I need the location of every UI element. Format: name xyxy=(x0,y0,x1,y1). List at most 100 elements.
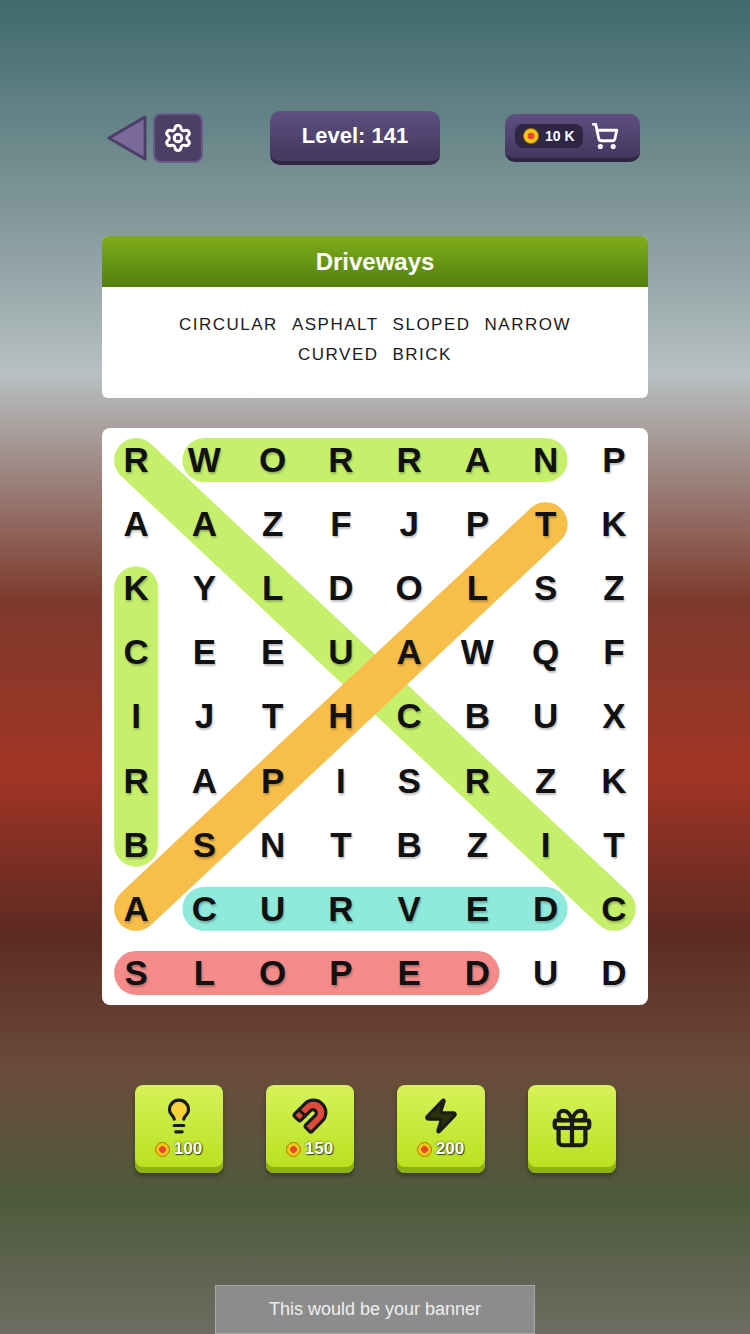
letter-cell[interactable]: S xyxy=(102,941,170,1005)
word-highlight xyxy=(204,887,545,931)
letter-cell[interactable]: C xyxy=(102,620,170,684)
letter-cell[interactable]: Q xyxy=(512,620,580,684)
letter-cell[interactable]: B xyxy=(102,813,170,877)
letter-cell[interactable]: C xyxy=(580,877,648,941)
hint-button[interactable]: 100 xyxy=(135,1085,223,1173)
letter-cell[interactable]: R xyxy=(443,749,511,813)
letter-cell[interactable]: H xyxy=(307,684,375,748)
letter-cell[interactable]: A xyxy=(102,877,170,941)
letter-grid[interactable]: RWORRANPAAZFJPTKKYLDOLSZCEEUAWQFIJTHCBUX… xyxy=(102,428,648,1005)
letter-cell[interactable]: I xyxy=(307,749,375,813)
letter-cell[interactable]: F xyxy=(580,620,648,684)
word-highlight xyxy=(136,460,614,909)
letter-cell[interactable]: T xyxy=(512,492,580,556)
letter-grid-panel: RWORRANPAAZFJPTKKYLDOLSZCEEUAWQFIJTHCBUX… xyxy=(102,428,648,1005)
nav-group xyxy=(105,113,205,163)
letter-cell[interactable]: O xyxy=(239,428,307,492)
letter-cell[interactable]: F xyxy=(307,492,375,556)
letter-cell[interactable]: O xyxy=(375,556,443,620)
letter-cell[interactable]: Z xyxy=(239,492,307,556)
coin-icon xyxy=(417,1142,432,1157)
letter-cell[interactable]: L xyxy=(170,941,238,1005)
game-screen: Level: 141 10 K DrivewaysCIRCULARASPHALTSL… xyxy=(0,0,750,1334)
letter-cell[interactable]: P xyxy=(307,941,375,1005)
letter-cell[interactable]: S xyxy=(170,813,238,877)
letter-cell[interactable]: Z xyxy=(443,813,511,877)
top-bar: Level: 141 10 K xyxy=(0,110,750,166)
letter-cell[interactable]: L xyxy=(239,556,307,620)
letter-cell[interactable]: X xyxy=(580,684,648,748)
cart-icon xyxy=(591,122,619,150)
letter-cell[interactable]: D xyxy=(443,941,511,1005)
letter-cell[interactable]: J xyxy=(375,492,443,556)
letter-cell[interactable]: S xyxy=(512,556,580,620)
letter-cell[interactable]: R xyxy=(102,428,170,492)
back-arrow-icon[interactable] xyxy=(105,113,149,163)
gift-video-icon xyxy=(549,1105,595,1151)
letter-cell[interactable]: C xyxy=(375,684,443,748)
letter-cell[interactable]: P xyxy=(443,492,511,556)
letter-cell[interactable]: K xyxy=(580,749,648,813)
letter-cell[interactable]: J xyxy=(170,684,238,748)
letter-cell[interactable]: R xyxy=(102,749,170,813)
coins-shop-button[interactable]: 10 K xyxy=(505,114,640,162)
letter-cell[interactable]: S xyxy=(375,749,443,813)
letter-cell[interactable]: Y xyxy=(170,556,238,620)
letter-cell[interactable]: T xyxy=(239,684,307,748)
letter-cell[interactable]: L xyxy=(443,556,511,620)
letter-cell[interactable]: R xyxy=(307,428,375,492)
letter-cell[interactable]: R xyxy=(375,428,443,492)
letter-cell[interactable]: I xyxy=(512,813,580,877)
letter-cell[interactable]: P xyxy=(580,428,648,492)
letter-cell[interactable]: E xyxy=(239,620,307,684)
category-card: DrivewaysCIRCULARASPHALTSLOPEDNARROWCURV… xyxy=(102,236,648,398)
letter-cell[interactable]: D xyxy=(580,941,648,1005)
letter-cell[interactable]: R xyxy=(307,877,375,941)
letter-cell[interactable]: P xyxy=(239,749,307,813)
letter-cell[interactable]: T xyxy=(580,813,648,877)
letter-cell[interactable]: E xyxy=(443,877,511,941)
letter-cell[interactable]: U xyxy=(307,620,375,684)
letter-cell[interactable]: N xyxy=(512,428,580,492)
letter-cell[interactable]: C xyxy=(170,877,238,941)
letter-cell[interactable]: E xyxy=(170,620,238,684)
bolt-button[interactable]: 200 xyxy=(397,1085,485,1173)
target-word: BRICK xyxy=(393,345,452,371)
word-highlight xyxy=(136,951,477,995)
lightning-icon xyxy=(422,1097,460,1135)
coin-icon xyxy=(155,1142,170,1157)
letter-cell[interactable]: A xyxy=(443,428,511,492)
highlight-layer xyxy=(102,428,648,1005)
target-word: SLOPED xyxy=(393,315,471,341)
letter-cell[interactable]: O xyxy=(239,941,307,1005)
word-highlight xyxy=(204,438,545,482)
magnet-button[interactable]: 150 xyxy=(266,1085,354,1173)
letter-cell[interactable]: D xyxy=(307,556,375,620)
letter-cell[interactable]: E xyxy=(375,941,443,1005)
letter-cell[interactable]: U xyxy=(239,877,307,941)
letter-cell[interactable]: Z xyxy=(512,749,580,813)
letter-cell[interactable]: A xyxy=(102,492,170,556)
letter-cell[interactable]: U xyxy=(512,684,580,748)
letter-cell[interactable]: B xyxy=(443,684,511,748)
letter-cell[interactable]: T xyxy=(307,813,375,877)
letter-cell[interactable]: I xyxy=(102,684,170,748)
settings-button[interactable] xyxy=(153,113,203,163)
letter-cell[interactable]: Z xyxy=(580,556,648,620)
letter-cell[interactable]: W xyxy=(443,620,511,684)
ad-banner[interactable]: This would be your banner xyxy=(215,1285,535,1334)
letter-cell[interactable]: U xyxy=(512,941,580,1005)
video-button[interactable] xyxy=(528,1085,616,1173)
letter-cell[interactable]: K xyxy=(580,492,648,556)
letter-cell[interactable]: W xyxy=(170,428,238,492)
letter-cell[interactable]: K xyxy=(102,556,170,620)
level-label: Level: 141 xyxy=(270,111,440,165)
word-list-panel: CIRCULARASPHALTSLOPEDNARROWCURVEDBRICK xyxy=(102,287,648,398)
letter-cell[interactable]: A xyxy=(375,620,443,684)
letter-cell[interactable]: V xyxy=(375,877,443,941)
letter-cell[interactable]: N xyxy=(239,813,307,877)
letter-cell[interactable]: A xyxy=(170,492,238,556)
letter-cell[interactable]: B xyxy=(375,813,443,877)
letter-cell[interactable]: D xyxy=(512,877,580,941)
letter-cell[interactable]: A xyxy=(170,749,238,813)
